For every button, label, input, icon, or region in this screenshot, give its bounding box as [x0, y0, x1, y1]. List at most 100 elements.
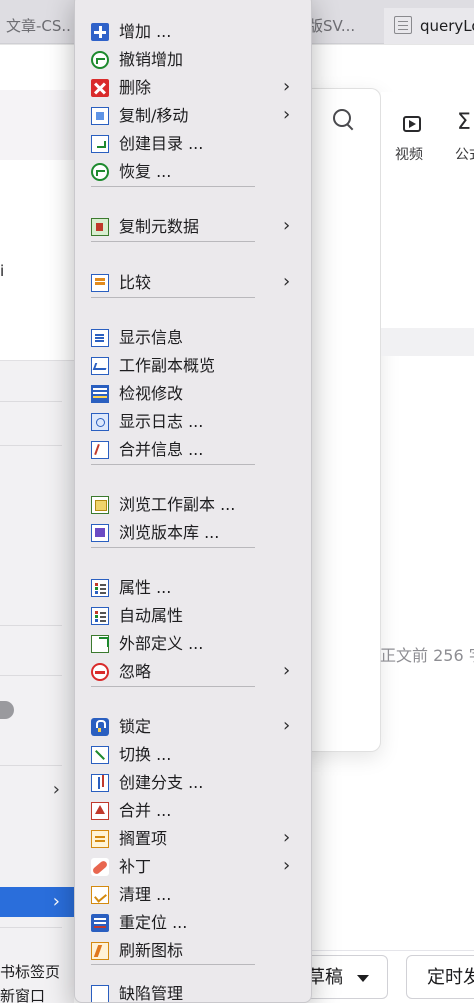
- editor-divider: [381, 328, 474, 356]
- menu-item-working-copy-overview[interactable]: 工作副本概览: [75, 352, 311, 380]
- separator: [0, 401, 62, 402]
- menu-item-switch[interactable]: 切换 ...: [75, 741, 311, 769]
- menu-item-label: 删除: [119, 78, 152, 97]
- chevron-right-icon: ›: [283, 715, 291, 736]
- word-counter: 正文前 256 字: [380, 646, 474, 665]
- menu-item-patch[interactable]: 补丁 ›: [75, 853, 311, 881]
- tab-label: 文章-CS...: [6, 17, 72, 35]
- menu-item-label: 切换 ...: [119, 745, 172, 764]
- toggle-icon[interactable]: [0, 701, 14, 719]
- editor-popover: [300, 88, 381, 752]
- tab-label: queryLoc: [420, 17, 474, 35]
- menu-item-refresh-icons[interactable]: 刷新图标: [75, 937, 311, 965]
- menu-item-highlighted[interactable]: ›: [0, 887, 74, 917]
- chevron-right-icon: ›: [283, 855, 291, 876]
- save-draft-label: 草稿: [307, 967, 343, 988]
- menu-item-label: 清理 ...: [119, 885, 172, 904]
- left-context-menu: › › 书标签页 新窗口: [0, 360, 74, 1003]
- save-draft-button[interactable]: 草稿: [300, 955, 388, 999]
- menu-item-add[interactable]: 增加 ...: [75, 18, 311, 46]
- menu-item-properties[interactable]: 属性 ...: [75, 574, 311, 602]
- menu-item-copy-move[interactable]: 复制/移动 ›: [75, 102, 311, 130]
- left-panel-header: [0, 90, 74, 160]
- menu-item-lock[interactable]: 锁定 ›: [75, 713, 311, 741]
- check-modifications-icon: [91, 385, 109, 403]
- menu-item-label: 合并信息 ...: [119, 440, 204, 459]
- menu-item-label: 自动属性: [119, 606, 184, 625]
- video-icon[interactable]: [403, 116, 421, 132]
- chevron-right-icon: ›: [283, 215, 291, 236]
- menu-item-undo-add[interactable]: 撤销增加: [75, 46, 311, 74]
- delete-icon: [91, 79, 109, 97]
- add-icon: [91, 23, 109, 41]
- menu-item-label: 搁置项: [119, 829, 168, 848]
- browser-tab[interactable]: queryLoc: [384, 8, 474, 44]
- schedule-publish-button[interactable]: 定时发: [406, 955, 474, 999]
- chevron-right-icon: ›: [52, 891, 60, 912]
- auto-properties-icon: [91, 607, 109, 625]
- menu-separator: [91, 964, 255, 965]
- menu-item-create-branch[interactable]: 创建分支 ...: [75, 769, 311, 797]
- menu-item-label: 锁定: [119, 717, 152, 736]
- menu-item-label: 复制/移动: [119, 106, 189, 125]
- externals-icon: [91, 635, 109, 653]
- menu-item-check-modifications[interactable]: 检视修改: [75, 380, 311, 408]
- working-copy-overview-icon: [91, 357, 109, 375]
- menu-item-label: 补丁: [119, 857, 152, 876]
- menu-item-shelve[interactable]: 搁置项 ›: [75, 825, 311, 853]
- menu-item-label[interactable]: 新窗口: [0, 985, 45, 1003]
- tab-label: 版SV...: [308, 17, 356, 35]
- menu-item-label: 刷新图标: [119, 941, 184, 960]
- shelve-icon: [91, 830, 109, 848]
- patch-icon: [91, 858, 109, 876]
- undo-add-icon: [91, 51, 109, 69]
- merge-info-icon: [91, 441, 109, 459]
- chevron-right-icon: ›: [52, 779, 60, 800]
- menu-item-label: 恢复 ...: [119, 162, 172, 181]
- copy-metadata-icon: [91, 218, 109, 236]
- dropdown-arrow-icon: [357, 974, 369, 982]
- chevron-right-icon: ›: [283, 827, 291, 848]
- menu-item-ignore[interactable]: 忽略 ›: [75, 658, 311, 686]
- lock-icon: [91, 718, 109, 736]
- menu-item-merge[interactable]: 合并 ...: [75, 797, 311, 825]
- chevron-right-icon: ›: [283, 76, 291, 97]
- menu-item-show-info[interactable]: 显示信息: [75, 324, 311, 352]
- formula-label[interactable]: 公式: [455, 144, 474, 164]
- menu-item-create-dir[interactable]: 创建目录 ...: [75, 130, 311, 158]
- menu-item-browse-working-copy[interactable]: 浏览工作副本 ...: [75, 491, 311, 519]
- menu-item-copy-metadata[interactable]: 复制元数据 ›: [75, 213, 311, 241]
- relocate-icon: [91, 914, 109, 932]
- formula-icon[interactable]: Σ: [457, 110, 471, 135]
- chevron-right-icon: ›: [283, 271, 291, 292]
- menu-item-browse-repository[interactable]: 浏览版本库 ...: [75, 519, 311, 547]
- browser-tab[interactable]: 文章-CS...: [0, 8, 72, 44]
- show-info-icon: [91, 329, 109, 347]
- compare-icon: [91, 274, 109, 292]
- menu-item-label: 浏览工作副本 ...: [119, 495, 236, 514]
- menu-item-merge-info[interactable]: 合并信息 ...: [75, 436, 311, 464]
- menu-item-relocate[interactable]: 重定位 ...: [75, 909, 311, 937]
- revert-icon: [91, 163, 109, 181]
- menu-item-auto-properties[interactable]: 自动属性: [75, 602, 311, 630]
- browser-tab[interactable]: 版SV...: [306, 8, 366, 44]
- menu-item-label: 忽略: [119, 662, 152, 681]
- merge-icon: [91, 802, 109, 820]
- menu-item-label: 创建目录 ...: [119, 134, 204, 153]
- menu-item-bug-tracker[interactable]: 缺陷管理: [75, 980, 311, 1002]
- menu-item-compare[interactable]: 比较 ›: [75, 269, 311, 297]
- video-label[interactable]: 视频: [395, 144, 423, 164]
- menu-item-cleanup[interactable]: 清理 ...: [75, 881, 311, 909]
- menu-item-revert[interactable]: 恢复 ...: [75, 158, 311, 186]
- chevron-right-icon: ›: [283, 104, 291, 125]
- menu-item-externals[interactable]: 外部定义 ...: [75, 630, 311, 658]
- document-icon: [394, 15, 412, 34]
- menu-item-label: 浏览版本库 ...: [119, 523, 220, 542]
- menu-item-label[interactable]: 书标签页: [0, 961, 60, 982]
- search-icon[interactable]: [333, 109, 355, 131]
- menu-item-delete[interactable]: 删除 ›: [75, 74, 311, 102]
- menu-item-show-log[interactable]: 显示日志 ...: [75, 408, 311, 436]
- refresh-icons-icon: [91, 942, 109, 960]
- menu-separator: [91, 241, 255, 242]
- left-text-fragment: i: [0, 262, 5, 280]
